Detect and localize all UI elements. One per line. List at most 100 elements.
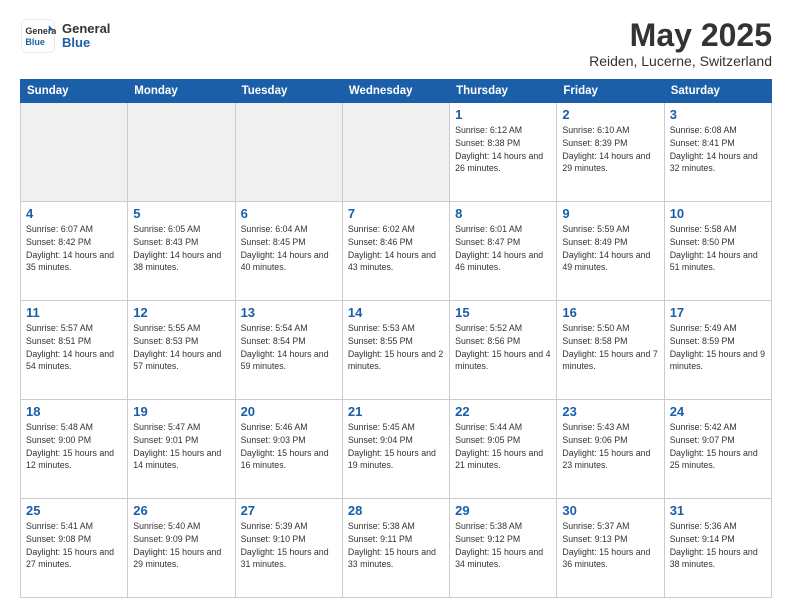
weekday-header-monday: Monday: [128, 80, 235, 103]
calendar-cell: 16 Sunrise: 5:50 AM Sunset: 8:58 PM Dayli…: [557, 301, 664, 400]
calendar-cell: 13 Sunrise: 5:54 AM Sunset: 8:54 PM Dayli…: [235, 301, 342, 400]
weekday-header-thursday: Thursday: [450, 80, 557, 103]
cell-info-text: Sunrise: 6:05 AM Sunset: 8:43 PM Dayligh…: [133, 223, 229, 274]
calendar-cell: 5 Sunrise: 6:05 AM Sunset: 8:43 PM Daylig…: [128, 202, 235, 301]
cell-day-number: 12: [133, 305, 229, 320]
cell-day-number: 16: [562, 305, 658, 320]
logo-blue-text: Blue: [62, 36, 110, 50]
cell-day-number: 18: [26, 404, 122, 419]
week-row-1: 1 Sunrise: 6:12 AM Sunset: 8:38 PM Daylig…: [21, 103, 772, 202]
calendar-cell: 22 Sunrise: 5:44 AM Sunset: 9:05 PM Dayli…: [450, 400, 557, 499]
cell-day-number: 26: [133, 503, 229, 518]
cell-day-number: 19: [133, 404, 229, 419]
weekday-header-tuesday: Tuesday: [235, 80, 342, 103]
calendar-cell: 25Sunrise: 5:41 AM Sunset: 9:08 PM Dayli…: [21, 499, 128, 598]
cell-info-text: Sunrise: 5:58 AM Sunset: 8:50 PM Dayligh…: [670, 223, 766, 274]
cell-day-number: 7: [348, 206, 444, 221]
cell-info-text: Sunrise: 5:41 AM Sunset: 9:08 PM Dayligh…: [26, 520, 122, 571]
cell-info-text: Sunrise: 5:59 AM Sunset: 8:49 PM Dayligh…: [562, 223, 658, 274]
cell-day-number: 2: [562, 107, 658, 122]
logo-general-text: General: [62, 22, 110, 36]
calendar-cell: 1 Sunrise: 6:12 AM Sunset: 8:38 PM Daylig…: [450, 103, 557, 202]
cell-info-text: Sunrise: 6:07 AM Sunset: 8:42 PM Dayligh…: [26, 223, 122, 274]
cell-day-number: 13: [241, 305, 337, 320]
cell-day-number: 15: [455, 305, 551, 320]
calendar-cell: 26 Sunrise: 5:40 AM Sunset: 9:09 PM Dayli…: [128, 499, 235, 598]
cell-day-number: 1: [455, 107, 551, 122]
cell-info-text: Sunrise: 5:52 AM Sunset: 8:56 PM Dayligh…: [455, 322, 551, 373]
cell-info-text: Sunrise: 5:37 AM Sunset: 9:13 PM Dayligh…: [562, 520, 658, 571]
calendar-cell: 14 Sunrise: 5:53 AM Sunset: 8:55 PM Dayli…: [342, 301, 449, 400]
calendar-cell: 10 Sunrise: 5:58 AM Sunset: 8:50 PM Dayli…: [664, 202, 771, 301]
cell-info-text: Sunrise: 5:45 AM Sunset: 9:04 PM Dayligh…: [348, 421, 444, 472]
cell-info-text: Sunrise: 5:43 AM Sunset: 9:06 PM Dayligh…: [562, 421, 658, 472]
cell-day-number: 17: [670, 305, 766, 320]
cell-day-number: 27: [241, 503, 337, 518]
week-row-3: 11 Sunrise: 5:57 AM Sunset: 8:51 PM Dayli…: [21, 301, 772, 400]
cell-info-text: Sunrise: 5:48 AM Sunset: 9:00 PM Dayligh…: [26, 421, 122, 472]
logo-text: General Blue: [62, 22, 110, 51]
title-block: May 2025 Reiden, Lucerne, Switzerland: [589, 18, 772, 69]
calendar-table: SundayMondayTuesdayWednesdayThursdayFrid…: [20, 79, 772, 598]
weekday-header-friday: Friday: [557, 80, 664, 103]
cell-info-text: Sunrise: 5:53 AM Sunset: 8:55 PM Dayligh…: [348, 322, 444, 373]
cell-info-text: Sunrise: 5:57 AM Sunset: 8:51 PM Dayligh…: [26, 322, 122, 373]
calendar-cell: 31Sunrise: 5:36 AM Sunset: 9:14 PM Dayli…: [664, 499, 771, 598]
cell-info-text: Sunrise: 6:02 AM Sunset: 8:46 PM Dayligh…: [348, 223, 444, 274]
calendar-cell: 28 Sunrise: 5:38 AM Sunset: 9:11 PM Dayli…: [342, 499, 449, 598]
cell-info-text: Sunrise: 5:47 AM Sunset: 9:01 PM Dayligh…: [133, 421, 229, 472]
cell-info-text: Sunrise: 5:54 AM Sunset: 8:54 PM Dayligh…: [241, 322, 337, 373]
cell-info-text: Sunrise: 5:44 AM Sunset: 9:05 PM Dayligh…: [455, 421, 551, 472]
calendar-cell: 24Sunrise: 5:42 AM Sunset: 9:07 PM Dayli…: [664, 400, 771, 499]
weekday-header-sunday: Sunday: [21, 80, 128, 103]
cell-info-text: Sunrise: 5:49 AM Sunset: 8:59 PM Dayligh…: [670, 322, 766, 373]
cell-info-text: Sunrise: 6:04 AM Sunset: 8:45 PM Dayligh…: [241, 223, 337, 274]
calendar-cell: 27 Sunrise: 5:39 AM Sunset: 9:10 PM Dayli…: [235, 499, 342, 598]
cell-info-text: Sunrise: 6:12 AM Sunset: 8:38 PM Dayligh…: [455, 124, 551, 175]
week-row-5: 25Sunrise: 5:41 AM Sunset: 9:08 PM Dayli…: [21, 499, 772, 598]
calendar-cell: 9Sunrise: 5:59 AM Sunset: 8:49 PM Daylig…: [557, 202, 664, 301]
week-row-2: 4Sunrise: 6:07 AM Sunset: 8:42 PM Daylig…: [21, 202, 772, 301]
calendar-cell: [235, 103, 342, 202]
cell-info-text: Sunrise: 5:39 AM Sunset: 9:10 PM Dayligh…: [241, 520, 337, 571]
calendar-cell: 18 Sunrise: 5:48 AM Sunset: 9:00 PM Dayli…: [21, 400, 128, 499]
weekday-header-saturday: Saturday: [664, 80, 771, 103]
weekday-header-wednesday: Wednesday: [342, 80, 449, 103]
cell-info-text: Sunrise: 5:55 AM Sunset: 8:53 PM Dayligh…: [133, 322, 229, 373]
cell-info-text: Sunrise: 5:38 AM Sunset: 9:11 PM Dayligh…: [348, 520, 444, 571]
cell-day-number: 22: [455, 404, 551, 419]
svg-text:Blue: Blue: [25, 37, 45, 47]
cell-info-text: Sunrise: 5:50 AM Sunset: 8:58 PM Dayligh…: [562, 322, 658, 373]
calendar-cell: 2Sunrise: 6:10 AM Sunset: 8:39 PM Daylig…: [557, 103, 664, 202]
cell-day-number: 28: [348, 503, 444, 518]
cell-day-number: 14: [348, 305, 444, 320]
week-row-4: 18 Sunrise: 5:48 AM Sunset: 9:00 PM Dayli…: [21, 400, 772, 499]
calendar-cell: 4Sunrise: 6:07 AM Sunset: 8:42 PM Daylig…: [21, 202, 128, 301]
cell-day-number: 10: [670, 206, 766, 221]
calendar-cell: 7 Sunrise: 6:02 AM Sunset: 8:46 PM Daylig…: [342, 202, 449, 301]
weekday-header-row: SundayMondayTuesdayWednesdayThursdayFrid…: [21, 80, 772, 103]
cell-info-text: Sunrise: 6:01 AM Sunset: 8:47 PM Dayligh…: [455, 223, 551, 274]
page: General Blue General Blue May 2025 Reide…: [0, 0, 792, 612]
cell-day-number: 3: [670, 107, 766, 122]
cell-day-number: 11: [26, 305, 122, 320]
cell-day-number: 5: [133, 206, 229, 221]
calendar-cell: 23 Sunrise: 5:43 AM Sunset: 9:06 PM Dayli…: [557, 400, 664, 499]
cell-day-number: 29: [455, 503, 551, 518]
cell-day-number: 23: [562, 404, 658, 419]
cell-day-number: 8: [455, 206, 551, 221]
calendar-cell: 8 Sunrise: 6:01 AM Sunset: 8:47 PM Daylig…: [450, 202, 557, 301]
cell-info-text: Sunrise: 5:46 AM Sunset: 9:03 PM Dayligh…: [241, 421, 337, 472]
cell-info-text: Sunrise: 5:38 AM Sunset: 9:12 PM Dayligh…: [455, 520, 551, 571]
calendar-cell: 17 Sunrise: 5:49 AM Sunset: 8:59 PM Dayli…: [664, 301, 771, 400]
cell-info-text: Sunrise: 5:40 AM Sunset: 9:09 PM Dayligh…: [133, 520, 229, 571]
cell-day-number: 21: [348, 404, 444, 419]
calendar-cell: 12 Sunrise: 5:55 AM Sunset: 8:53 PM Dayli…: [128, 301, 235, 400]
calendar-cell: [342, 103, 449, 202]
cell-day-number: 20: [241, 404, 337, 419]
logo-icon: General Blue: [20, 18, 56, 54]
cell-day-number: 31: [670, 503, 766, 518]
calendar-cell: 19 Sunrise: 5:47 AM Sunset: 9:01 PM Dayli…: [128, 400, 235, 499]
calendar-cell: [21, 103, 128, 202]
calendar-title: May 2025: [589, 18, 772, 53]
